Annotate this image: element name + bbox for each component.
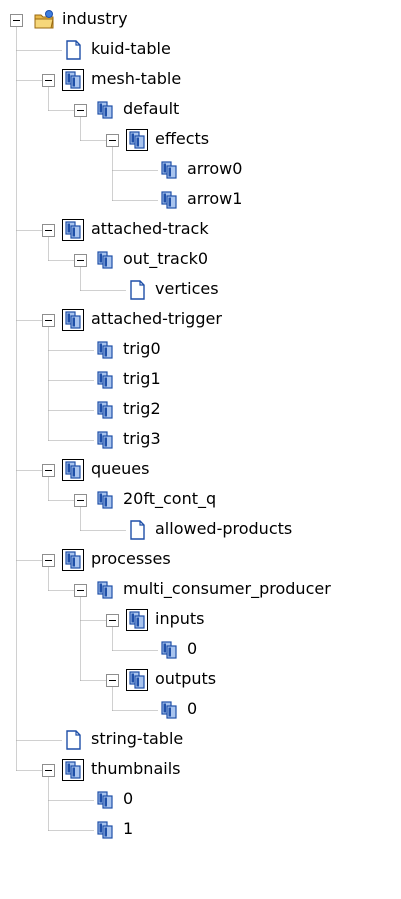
tree-node-label[interactable]: attached-trigger: [89, 307, 224, 331]
object-icon: [158, 699, 180, 721]
tree-node[interactable]: queues: [0, 454, 401, 484]
tree-node[interactable]: trig1: [0, 364, 401, 394]
tree-node-label[interactable]: 0: [121, 787, 135, 811]
tree-node-label[interactable]: multi_consumer_producer: [121, 577, 333, 601]
tree-node-label[interactable]: vertices: [153, 277, 221, 301]
tree-node[interactable]: kuid-table: [0, 34, 401, 64]
tree-view: industry kuid-table mesh-table default e…: [0, 0, 401, 899]
tree-node[interactable]: attached-track: [0, 214, 401, 244]
collapse-toggle[interactable]: [74, 254, 87, 267]
tree-node-label[interactable]: 0: [185, 637, 199, 661]
object-icon: [94, 789, 116, 811]
tree-node[interactable]: trig0: [0, 334, 401, 364]
collapse-toggle[interactable]: [42, 224, 55, 237]
tree-node[interactable]: vertices: [0, 274, 401, 304]
container-icon: [62, 759, 84, 781]
tree-node-label[interactable]: mesh-table: [89, 67, 183, 91]
tree-node[interactable]: trig2: [0, 394, 401, 424]
tree-node-label[interactable]: out_track0: [121, 247, 210, 271]
tree-node[interactable]: thumbnails: [0, 754, 401, 784]
object-icon: [94, 399, 116, 421]
object-icon: [158, 639, 180, 661]
tree-node-label[interactable]: industry: [60, 7, 130, 31]
collapse-toggle[interactable]: [74, 104, 87, 117]
tree-node[interactable]: arrow0: [0, 154, 401, 184]
document-icon: [126, 519, 148, 541]
tree-node-label[interactable]: kuid-table: [89, 37, 173, 61]
container-icon: [62, 459, 84, 481]
tree-node-label[interactable]: 20ft_cont_q: [121, 487, 218, 511]
collapse-toggle[interactable]: [74, 584, 87, 597]
container-icon: [126, 669, 148, 691]
tree-node-label[interactable]: trig1: [121, 367, 163, 391]
tree-node-label[interactable]: string-table: [89, 727, 185, 751]
container-icon: [126, 609, 148, 631]
collapse-toggle[interactable]: [106, 674, 119, 687]
tree-node-label[interactable]: effects: [153, 127, 211, 151]
tree-node-label[interactable]: 0: [185, 697, 199, 721]
document-icon: [62, 729, 84, 751]
tree-node-label[interactable]: 1: [121, 817, 135, 841]
tree-node[interactable]: attached-trigger: [0, 304, 401, 334]
container-icon: [62, 549, 84, 571]
object-icon: [158, 189, 180, 211]
container-icon: [126, 129, 148, 151]
tree-node[interactable]: inputs: [0, 604, 401, 634]
collapse-toggle[interactable]: [74, 494, 87, 507]
tree-node[interactable]: processes: [0, 544, 401, 574]
object-icon: [94, 249, 116, 271]
tree-node-label[interactable]: trig3: [121, 427, 163, 451]
object-icon: [94, 579, 116, 601]
container-icon: [62, 309, 84, 331]
tree-node[interactable]: industry: [0, 4, 401, 34]
object-icon: [94, 339, 116, 361]
tree-node-label[interactable]: attached-track: [89, 217, 211, 241]
tree-node-label[interactable]: thumbnails: [89, 757, 182, 781]
tree-node-label[interactable]: inputs: [153, 607, 207, 631]
tree-node[interactable]: mesh-table: [0, 64, 401, 94]
object-icon: [94, 99, 116, 121]
object-icon: [94, 489, 116, 511]
object-icon: [94, 369, 116, 391]
tree-node[interactable]: 20ft_cont_q: [0, 484, 401, 514]
collapse-toggle[interactable]: [42, 314, 55, 327]
collapse-toggle[interactable]: [42, 554, 55, 567]
tree-node[interactable]: string-table: [0, 724, 401, 754]
object-icon: [94, 429, 116, 451]
tree-node[interactable]: 0: [0, 694, 401, 724]
document-icon: [126, 279, 148, 301]
document-icon: [62, 39, 84, 61]
collapse-toggle[interactable]: [42, 764, 55, 777]
tree-node[interactable]: 0: [0, 634, 401, 664]
collapse-toggle[interactable]: [10, 14, 23, 27]
tree-node-label[interactable]: trig2: [121, 397, 163, 421]
object-icon: [94, 819, 116, 841]
tree-node[interactable]: trig3: [0, 424, 401, 454]
tree-node[interactable]: 1: [0, 814, 401, 844]
object-icon: [158, 159, 180, 181]
collapse-toggle[interactable]: [42, 74, 55, 87]
tree-node[interactable]: 0: [0, 784, 401, 814]
tree-node[interactable]: multi_consumer_producer: [0, 574, 401, 604]
tree-node[interactable]: default: [0, 94, 401, 124]
tree-node[interactable]: outputs: [0, 664, 401, 694]
collapse-toggle[interactable]: [106, 614, 119, 627]
tree-node-label[interactable]: default: [121, 97, 181, 121]
tree-node[interactable]: allowed-products: [0, 514, 401, 544]
tree-node[interactable]: effects: [0, 124, 401, 154]
container-icon: [62, 69, 84, 91]
tree-node-label[interactable]: arrow0: [185, 157, 244, 181]
tree-node-label[interactable]: queues: [89, 457, 151, 481]
tree-node-label[interactable]: arrow1: [185, 187, 244, 211]
tree-node-label[interactable]: trig0: [121, 337, 163, 361]
collapse-toggle[interactable]: [106, 134, 119, 147]
tree-node-label[interactable]: outputs: [153, 667, 218, 691]
tree-node[interactable]: arrow1: [0, 184, 401, 214]
tree-node-label[interactable]: allowed-products: [153, 517, 294, 541]
tree-node[interactable]: out_track0: [0, 244, 401, 274]
collapse-toggle[interactable]: [42, 464, 55, 477]
tree-node-label[interactable]: processes: [89, 547, 173, 571]
container-icon: [62, 219, 84, 241]
folder-icon: [33, 9, 55, 31]
